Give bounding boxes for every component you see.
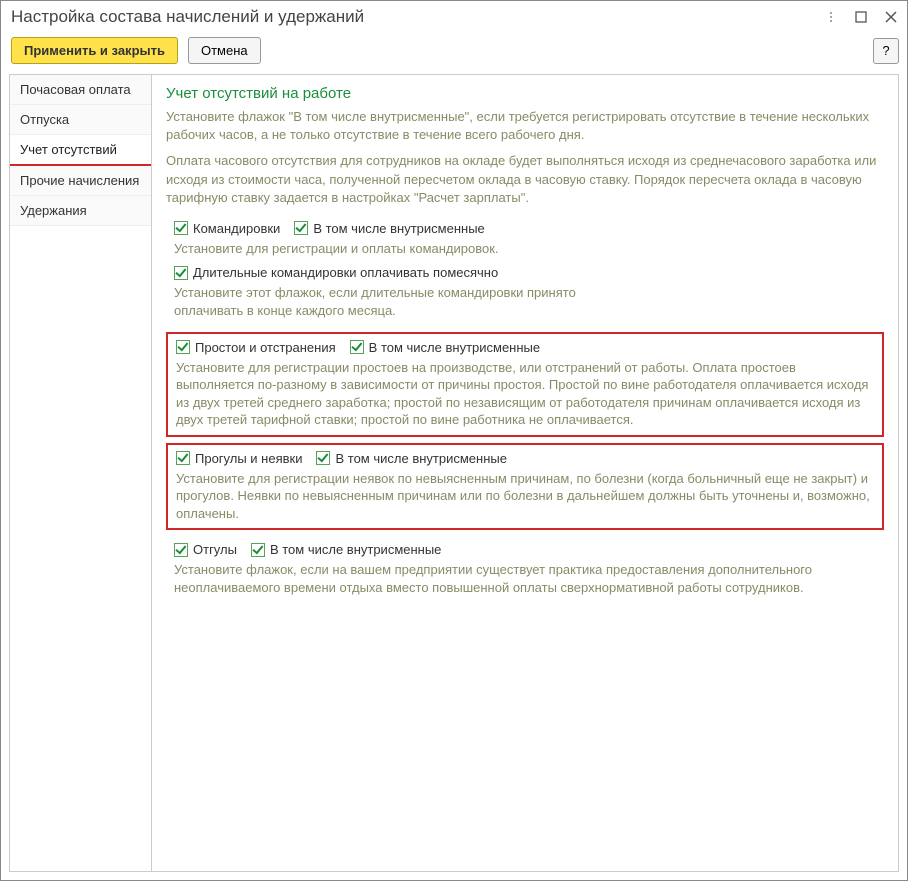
- apply-and-close-button[interactable]: Применить и закрыть: [11, 37, 178, 64]
- checkbox-label: В том числе внутрисменные: [369, 340, 540, 355]
- intro-text-1: Установите флажок "В том числе внутрисме…: [166, 108, 884, 144]
- close-icon[interactable]: [883, 9, 899, 25]
- checkbox-absence-intrashift[interactable]: В том числе внутрисменные: [316, 451, 506, 466]
- checkbox-absence[interactable]: Прогулы и неявки: [176, 451, 302, 466]
- group-idle-suspension: Простои и отстранения В том числе внутри…: [166, 332, 884, 437]
- window-title: Настройка состава начислений и удержаний: [11, 7, 823, 27]
- section-heading: Учет отсутствий на работе: [166, 85, 884, 102]
- checkbox-idle-intrashift[interactable]: В том числе внутрисменные: [350, 340, 540, 355]
- cancel-button[interactable]: Отмена: [188, 37, 261, 64]
- checkbox-trips-intrashift[interactable]: В том числе внутрисменные: [294, 221, 484, 236]
- sidebar-item-vacations[interactable]: Отпуска: [10, 105, 151, 135]
- group-desc: Установите для регистрации неявок по нев…: [176, 470, 874, 523]
- checkbox-idle[interactable]: Простои и отстранения: [176, 340, 336, 355]
- checkbox-label: Командировки: [193, 221, 280, 236]
- content: Учет отсутствий на работе Установите фла…: [152, 75, 898, 871]
- intro-text-2: Оплата часового отсутствия для сотрудник…: [166, 152, 884, 207]
- checkbox-label: Отгулы: [193, 542, 237, 557]
- group-desc: Установите для регистрации простоев на п…: [176, 359, 874, 429]
- titlebar-controls: [823, 9, 899, 25]
- checkbox-label: Простои и отстранения: [195, 340, 336, 355]
- group-business-trips: Командировки В том числе внутрисменные У…: [166, 215, 884, 326]
- checkmark-icon: [174, 221, 188, 235]
- checkbox-label: В том числе внутрисменные: [335, 451, 506, 466]
- maximize-icon[interactable]: [853, 9, 869, 25]
- help-button[interactable]: ?: [873, 38, 899, 64]
- checkbox-business-trips[interactable]: Командировки: [174, 221, 280, 236]
- checkmark-icon: [174, 543, 188, 557]
- checkbox-label: В том числе внутрисменные: [313, 221, 484, 236]
- checkmark-icon: [251, 543, 265, 557]
- checkbox-label: Прогулы и неявки: [195, 451, 302, 466]
- group-desc-2: Установите этот флажок, если длительные …: [174, 284, 594, 319]
- sidebar-item-absence[interactable]: Учет отсутствий: [10, 135, 151, 166]
- group-desc: Установите флажок, если на вашем предпри…: [174, 561, 876, 596]
- checkmark-icon: [316, 451, 330, 465]
- sidebar-item-hourly[interactable]: Почасовая оплата: [10, 75, 151, 105]
- checkbox-label: Длительные командировки оплачивать помес…: [193, 265, 498, 280]
- sidebar-item-deductions[interactable]: Удержания: [10, 196, 151, 226]
- titlebar: Настройка состава начислений и удержаний: [1, 1, 907, 33]
- more-icon[interactable]: [823, 9, 839, 25]
- settings-window: Настройка состава начислений и удержаний…: [0, 0, 908, 881]
- checkmark-icon: [176, 451, 190, 465]
- checkbox-long-trips-monthly[interactable]: Длительные командировки оплачивать помес…: [174, 265, 498, 280]
- checkbox-timeoff[interactable]: Отгулы: [174, 542, 237, 557]
- checkmark-icon: [174, 266, 188, 280]
- checkbox-label: В том числе внутрисменные: [270, 542, 441, 557]
- group-timeoff: Отгулы В том числе внутрисменные Установ…: [166, 536, 884, 602]
- group-absence: Прогулы и неявки В том числе внутрисменн…: [166, 443, 884, 531]
- group-desc: Установите для регистрации и оплаты кома…: [174, 240, 876, 258]
- checkmark-icon: [350, 340, 364, 354]
- checkmark-icon: [176, 340, 190, 354]
- sidebar-item-other[interactable]: Прочие начисления: [10, 166, 151, 196]
- checkbox-timeoff-intrashift[interactable]: В том числе внутрисменные: [251, 542, 441, 557]
- checkmark-icon: [294, 221, 308, 235]
- toolbar: Применить и закрыть Отмена ?: [1, 33, 907, 74]
- sidebar: Почасовая оплата Отпуска Учет отсутствий…: [10, 75, 152, 871]
- body: Почасовая оплата Отпуска Учет отсутствий…: [9, 74, 899, 872]
